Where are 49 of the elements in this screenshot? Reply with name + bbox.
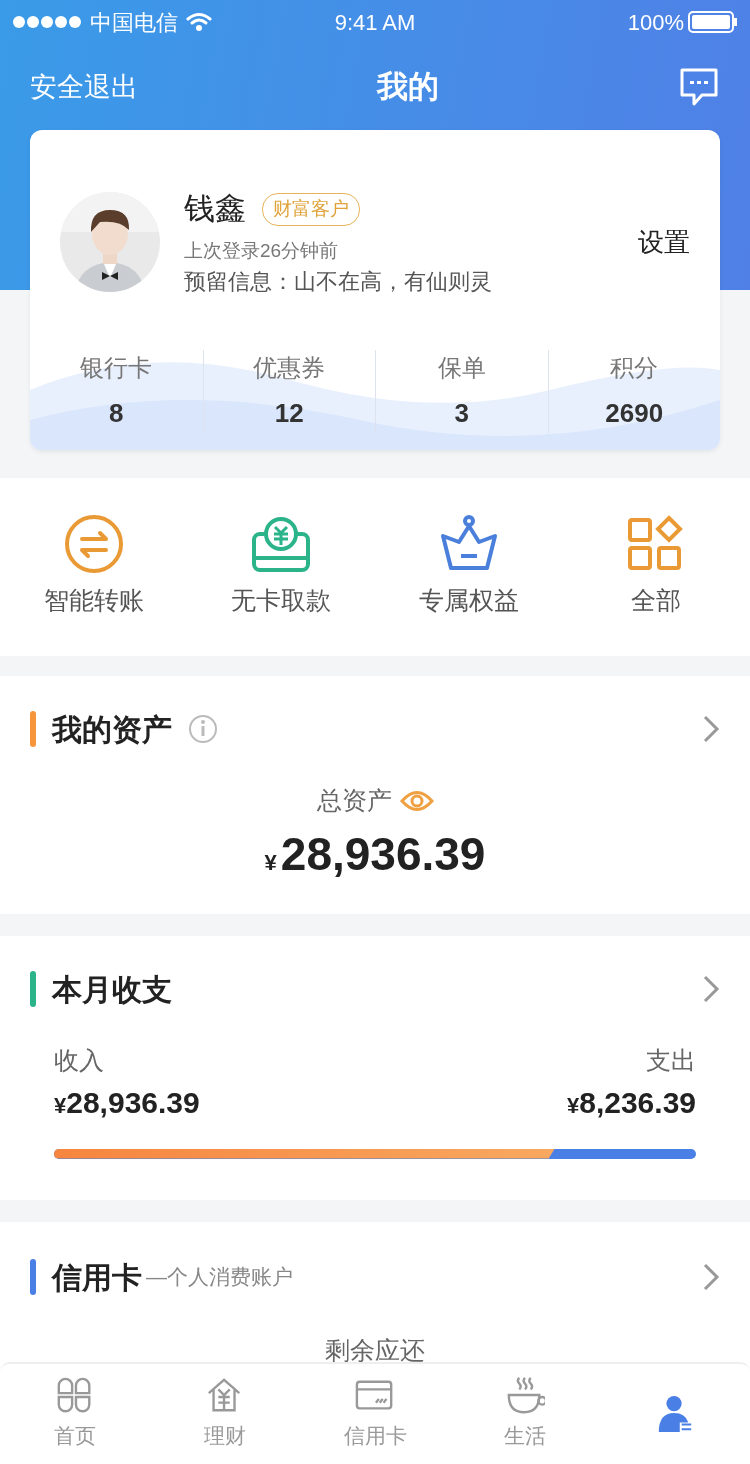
- stat-label: 银行卡: [79, 353, 154, 383]
- reserved-message: 预留信息：山不在高，有仙则灵: [184, 268, 493, 296]
- currency-symbol: ¥: [566, 1091, 580, 1120]
- section-accent: [30, 971, 36, 1007]
- chevron-right-icon[interactable]: [702, 974, 720, 1004]
- cash-card-icon[interactable]: [251, 514, 312, 575]
- currency-symbol: ¥: [54, 1091, 67, 1120]
- stat-label: 优惠券: [252, 353, 327, 383]
- shortcut-link[interactable]: 智能转账: [43, 582, 144, 620]
- section-subtitle: —个人消费账户: [146, 1264, 293, 1291]
- total-assets-amount: 28,936.39: [280, 826, 486, 882]
- stat-label: 保单: [436, 353, 487, 383]
- user-name: 钱鑫: [184, 190, 246, 228]
- shortcut-link[interactable]: 无卡取款: [231, 582, 332, 620]
- stat-value: 2690: [604, 397, 665, 430]
- wifi-icon: [186, 12, 212, 32]
- currency-symbol: ¥: [264, 848, 277, 877]
- status-time: 9:41 AM: [333, 8, 417, 37]
- section-accent: [30, 1259, 36, 1295]
- stat-value: 12: [273, 397, 305, 430]
- expense-amount: 8,236.39: [579, 1084, 696, 1121]
- chevron-right-icon[interactable]: [702, 1262, 720, 1292]
- income-label: 收入: [54, 1045, 104, 1076]
- signal-icon: [12, 15, 82, 29]
- section-title: 信用卡: [52, 1259, 142, 1296]
- battery-percent: 100%: [627, 8, 684, 37]
- chevron-right-icon[interactable]: [702, 714, 720, 744]
- remaining-due-label: 剩余应还: [324, 1335, 426, 1366]
- carrier-name: 中国电信: [90, 8, 178, 37]
- battery-icon: [688, 11, 738, 33]
- section-title: 本月收支: [52, 971, 172, 1008]
- settings-link[interactable]: 设置: [638, 222, 690, 262]
- last-login-text: 上次登录26分钟前: [184, 238, 340, 263]
- total-assets-label: 总资产: [316, 785, 392, 816]
- stat-value: 3: [453, 397, 470, 430]
- shortcut-link[interactable]: 全部: [631, 582, 682, 620]
- customer-tag: 财富客户: [262, 193, 360, 226]
- section-accent: [30, 711, 36, 747]
- transfer-icon[interactable]: [63, 514, 124, 575]
- stat-label: 积分: [609, 353, 660, 383]
- section-title: 我的资产: [52, 711, 172, 748]
- info-icon[interactable]: [188, 714, 218, 744]
- expense-label: 支出: [646, 1045, 696, 1076]
- shortcut-link[interactable]: 专属权益: [418, 582, 519, 620]
- income-amount: 28,936.39: [66, 1084, 200, 1121]
- stat-value: 8: [108, 397, 125, 430]
- message-icon[interactable]: [678, 67, 720, 107]
- eye-icon[interactable]: [399, 789, 434, 812]
- page-title: 我的: [377, 67, 439, 106]
